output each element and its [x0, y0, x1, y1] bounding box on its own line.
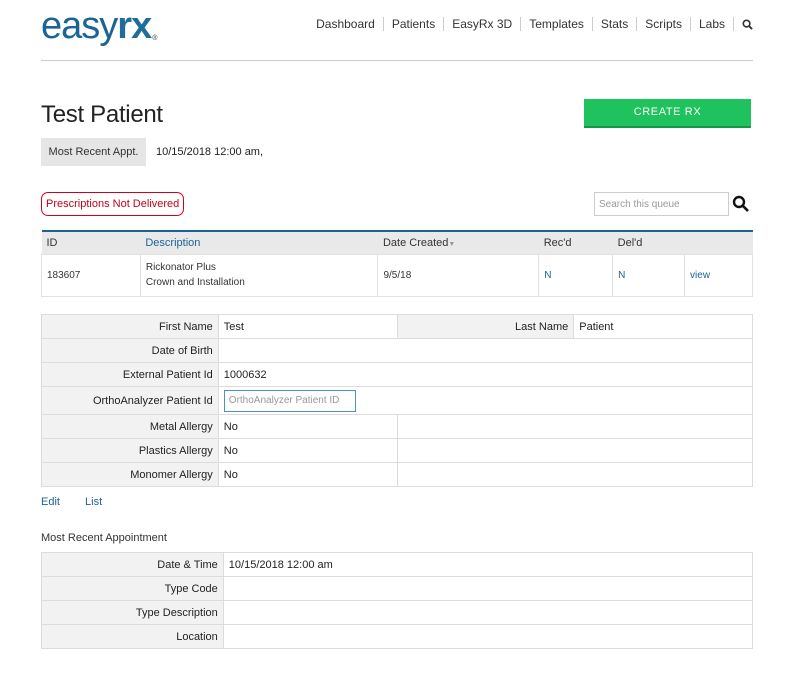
description-line-2: Crown and Installation: [145, 277, 245, 288]
deld-link[interactable]: N: [618, 270, 625, 281]
column-date-created[interactable]: Date Created▼: [377, 231, 539, 254]
nav-scripts[interactable]: Scripts: [637, 17, 691, 31]
nav-stats[interactable]: Stats: [593, 17, 638, 31]
table-row: External Patient Id 1000632: [41, 362, 754, 387]
header-divider: [41, 60, 753, 61]
type-code-value: [222, 576, 754, 601]
list-link[interactable]: List: [85, 496, 102, 508]
external-patient-id-label: External Patient Id: [41, 362, 219, 387]
orthoanalyzer-id-cell: [217, 386, 754, 415]
column-description[interactable]: Description: [140, 231, 378, 254]
type-code-label: Type Code: [41, 576, 224, 601]
column-id[interactable]: ID: [41, 231, 141, 254]
view-link[interactable]: view: [690, 270, 710, 281]
easyrx-logo[interactable]: easyrx®: [41, 4, 157, 61]
appointment-table: Date & Time 10/15/2018 12:00 am Type Cod…: [41, 552, 754, 649]
cell-date-created: 9/5/18: [377, 253, 540, 297]
logo-easy-text: easy: [41, 5, 118, 47]
logo-rx-text: rx: [117, 5, 152, 47]
cell-recd: N: [538, 253, 614, 297]
nav-patients[interactable]: Patients: [384, 17, 445, 31]
table-row: Date & Time 10/15/2018 12:00 am: [41, 552, 754, 577]
table-row: First Name Test Last Name Patient: [41, 314, 753, 339]
table-row: Type Code: [41, 576, 754, 601]
search-icon: [742, 18, 753, 30]
first-name-value: Test: [217, 314, 398, 339]
page-title: Test Patient: [41, 101, 163, 128]
prescriptions-not-delivered-badge[interactable]: Prescriptions Not Delivered: [41, 192, 185, 216]
last-name-value: Patient: [573, 314, 753, 339]
nav-easyrx-3d[interactable]: EasyRx 3D: [444, 17, 522, 31]
monomer-allergy-value: No: [217, 462, 398, 487]
metal-allergy-label: Metal Allergy: [41, 414, 219, 439]
plastics-allergy-value: No: [217, 438, 398, 463]
nav-dashboard[interactable]: Dashboard: [308, 17, 384, 31]
registered-mark: ®: [152, 35, 157, 42]
table-row: Location: [41, 624, 754, 649]
queue-search-input[interactable]: [594, 192, 729, 216]
prescription-queue-table: ID Description Date Created▼ Rec'd Del'd…: [41, 230, 753, 297]
table-row: Monomer Allergy No: [41, 462, 753, 487]
dob-value: [217, 338, 754, 363]
type-description-label: Type Description: [41, 600, 224, 625]
orthoanalyzer-id-input[interactable]: [223, 389, 356, 412]
cell-description: Rickonator Plus Crown and Installation: [139, 253, 379, 297]
most-recent-appt-value: 10/15/2018 12:00 am,: [156, 146, 264, 158]
cell-deld: N: [612, 253, 686, 297]
datetime-value: 10/15/2018 12:00 am: [222, 552, 754, 577]
orthoanalyzer-id-label: OrthoAnalyzer Patient Id: [41, 386, 219, 415]
main-nav: Dashboard Patients EasyRx 3D Templates S…: [308, 14, 753, 34]
last-name-label: Last Name: [396, 314, 575, 339]
table-row: Type Description: [41, 600, 754, 625]
empty-cell: [396, 462, 753, 487]
location-value: [222, 624, 754, 649]
patient-actions: Edit List: [41, 496, 124, 508]
patient-details-table: First Name Test Last Name Patient Date o…: [41, 314, 754, 487]
queue-search-icon[interactable]: [732, 195, 750, 213]
table-row: Metal Allergy No: [41, 414, 753, 439]
cell-id: 183607: [41, 253, 141, 297]
plastics-allergy-label: Plastics Allergy: [41, 438, 219, 463]
table-row: Plastics Allergy No: [41, 438, 753, 463]
datetime-label: Date & Time: [41, 552, 224, 577]
empty-cell: [396, 414, 753, 439]
most-recent-appt-label: Most Recent Appt.: [41, 138, 146, 166]
nav-labs[interactable]: Labs: [691, 17, 734, 31]
table-row: OrthoAnalyzer Patient Id: [41, 386, 754, 415]
sort-down-icon: ▼: [448, 240, 456, 248]
recd-link[interactable]: N: [544, 270, 551, 281]
empty-cell: [396, 438, 753, 463]
table-header-row: ID Description Date Created▼ Rec'd Del'd: [41, 231, 753, 254]
table-row[interactable]: 183607 Rickonator Plus Crown and Install…: [41, 253, 753, 297]
column-actions: [684, 231, 753, 254]
cell-action: view: [684, 253, 753, 297]
create-rx-button[interactable]: CREATE RX: [584, 99, 751, 126]
column-recd[interactable]: Rec'd: [538, 231, 613, 254]
table-row: Date of Birth: [41, 338, 754, 363]
first-name-label: First Name: [41, 314, 219, 339]
nav-templates[interactable]: Templates: [521, 17, 593, 31]
column-deld[interactable]: Del'd: [612, 231, 685, 254]
nav-search-icon[interactable]: [734, 18, 753, 30]
location-label: Location: [41, 624, 224, 649]
metal-allergy-value: No: [217, 414, 398, 439]
monomer-allergy-label: Monomer Allergy: [41, 462, 219, 487]
most-recent-appointment-heading: Most Recent Appointment: [41, 532, 167, 544]
type-description-value: [222, 600, 754, 625]
external-patient-id-value: 1000632: [217, 362, 754, 387]
dob-label: Date of Birth: [41, 338, 219, 363]
description-line-1: Rickonator Plus: [145, 262, 216, 273]
edit-link[interactable]: Edit: [41, 496, 60, 508]
